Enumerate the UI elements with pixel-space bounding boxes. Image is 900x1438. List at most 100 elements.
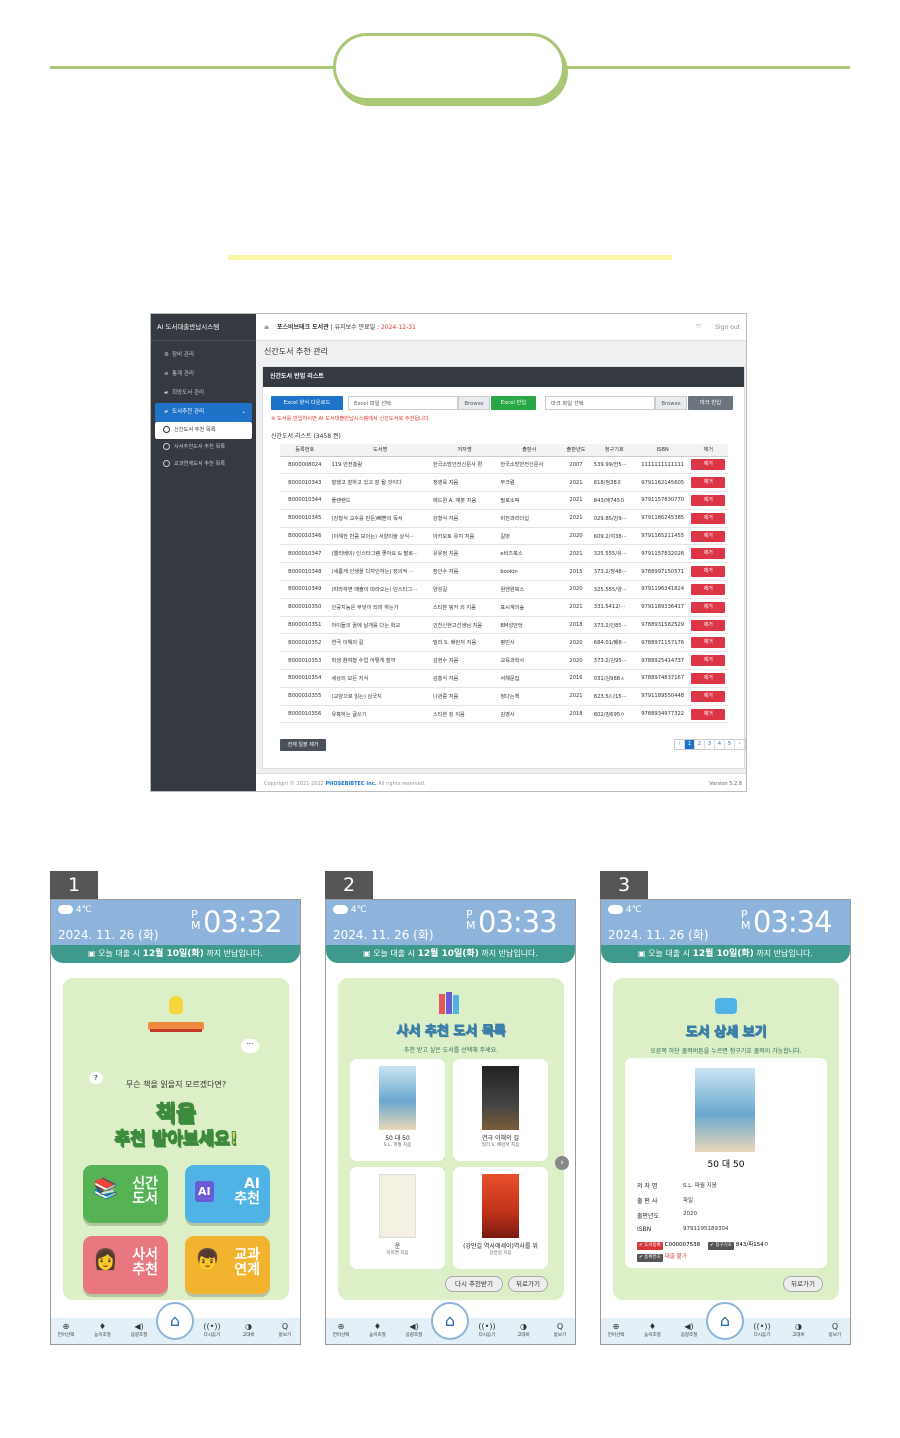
book-card-4[interactable]: (강만길 역사에세이)역사를 위 강만길 지음 — [453, 1167, 548, 1269]
delete-row-button[interactable]: 제거 — [691, 690, 726, 702]
nav-contrast[interactable]: ◑ 고대비 — [236, 1318, 262, 1344]
marc-file-input[interactable]: 마크 파일 선택 — [545, 396, 655, 410]
table-cell: B000010352 — [280, 633, 330, 653]
book-card-1[interactable]: 50 대 50 S.L. 파월 지음 — [350, 1059, 445, 1161]
table-cell: 9788974837167 — [636, 669, 689, 688]
nav-height[interactable]: ♦ 높이조절 — [365, 1318, 391, 1344]
new-books-button[interactable]: 📚 신간 도서 — [83, 1165, 168, 1223]
delete-row-button[interactable]: 제거 — [691, 477, 726, 489]
back-button[interactable]: 뒤로가기 — [508, 1276, 548, 1292]
excel-browse-button[interactable]: Browse — [458, 396, 490, 410]
excel-import-button[interactable]: Excel 반입 — [491, 396, 536, 410]
nav-replay[interactable]: ((•)) 다시듣기 — [474, 1318, 500, 1344]
signout-link[interactable]: Sign out — [715, 324, 740, 331]
delete-row-button[interactable]: 제거 — [691, 583, 726, 595]
header-title-pill — [333, 33, 565, 101]
isbn-value: 9791195189304 — [683, 1226, 729, 1232]
delete-all-button[interactable]: 전체 일괄 제거 — [280, 739, 326, 751]
nav-magnifier[interactable]: Q 돋보기 — [822, 1318, 848, 1344]
excel-file-input[interactable]: Excel 파일 선택 — [348, 396, 458, 410]
nav-replay[interactable]: ((•)) 다시듣기 — [199, 1318, 225, 1344]
sidebar-item-wish-books[interactable]: ▰ 희망도서 관리 — [151, 384, 256, 403]
nav-magnifier[interactable]: Q 돋보기 — [272, 1318, 298, 1344]
marc-browse-button[interactable]: Browse — [655, 396, 687, 410]
detail-subtitle: 오른쪽 하단 출력버튼을 누르면 청구기호 출력이 가능합니다. — [650, 1048, 802, 1055]
delete-row-button[interactable]: 제거 — [691, 655, 726, 667]
sidebar-sub-curriculum[interactable]: 교과연계도서 추천 목록 — [151, 456, 256, 473]
height-icon: ♦ — [98, 1322, 107, 1331]
page-link[interactable]: 3 — [705, 740, 715, 749]
delete-row-button[interactable]: 제거 — [691, 548, 726, 560]
excel-download-button[interactable]: Excel 양식 다운로드 — [271, 396, 343, 410]
nav-volume[interactable]: ◀) 음량조절 — [401, 1318, 427, 1344]
table-cell: 1111111111111 — [636, 456, 689, 475]
table-cell: B000010354 — [280, 669, 330, 688]
table-cell: e비즈북스 — [498, 544, 561, 564]
delete-row-button[interactable]: 제거 — [691, 512, 726, 524]
sidebar-item-statistics[interactable]: ≌ 통계 관리 — [151, 365, 256, 384]
nav-contrast[interactable]: ◑ 고대비 — [786, 1318, 812, 1344]
delete-row-button[interactable]: 제거 — [691, 601, 726, 613]
home-button[interactable]: ⌂ — [156, 1302, 194, 1340]
ai-recommend-button[interactable]: AI AI 추천 — [185, 1165, 270, 1223]
sidebar-sub-new-books[interactable]: 신간도서 추천 목록 — [155, 422, 252, 439]
table-cell: bookin — [498, 562, 561, 582]
marc-import-button[interactable]: 마크 반입 — [688, 396, 733, 410]
contrast-icon: ◑ — [245, 1322, 252, 1331]
table-cell: 김흥식 지음 — [430, 669, 499, 688]
nav-replay[interactable]: ((•)) 다시듣기 — [749, 1318, 775, 1344]
table-cell: 에드윈 A. 애봇 지음 — [430, 491, 499, 510]
table-cell: 325.555/유··· — [591, 544, 637, 564]
page-link[interactable]: 1 — [685, 740, 695, 749]
nav-contrast[interactable]: ◑ 고대비 — [511, 1318, 537, 1344]
nav-language[interactable]: ⊕ 언어선택 — [328, 1318, 354, 1344]
page-link[interactable]: 4 — [715, 740, 725, 749]
page-link[interactable]: 2 — [695, 740, 705, 749]
table-cell: (엘리베이) 인스타그램 좋아요 & 팔로··· — [329, 544, 431, 564]
pagination: ‹ 1 2 3 4 5 › — [674, 739, 746, 750]
student-icon: 👦 — [195, 1247, 220, 1271]
nav-magnifier[interactable]: Q 돋보기 — [547, 1318, 573, 1344]
delete-row-button[interactable]: 제거 — [691, 566, 726, 578]
nav-volume[interactable]: ◀) 음량조절 — [126, 1318, 152, 1344]
delete-row-button[interactable]: 제거 — [691, 530, 726, 542]
page-link[interactable]: ‹ — [675, 740, 685, 749]
delete-row-button[interactable]: 제거 — [691, 494, 726, 506]
book-card-2[interactable]: 연극 이해의 길 밀리 S. 배런저 지음 — [453, 1059, 548, 1161]
sidebar-sub-librarian[interactable]: 사서추천도서 추천 목록 — [151, 439, 256, 456]
home-button[interactable]: ⌂ — [706, 1302, 744, 1340]
hamburger-icon[interactable]: ≡ — [264, 324, 269, 331]
expand-icon[interactable]: ⤧ — [696, 324, 701, 331]
sidebar-item-recommend[interactable]: ▰ 도서추천 관리 ⌄ — [155, 403, 252, 422]
nav-height[interactable]: ♦ 높이조절 — [90, 1318, 116, 1344]
delete-row-button[interactable]: 제거 — [691, 637, 726, 649]
page-title: 신간도서 추천 관리 — [264, 347, 328, 356]
sidebar-item-equipment[interactable]: ⚙ 장비 관리 — [151, 346, 256, 365]
step-badge-2: 2 — [325, 871, 373, 899]
book-card-3[interactable]: 운 이지연 지음 — [350, 1167, 445, 1269]
page-link[interactable]: › — [735, 740, 745, 749]
kiosk-date: 2024. 11. 26 (화) — [333, 928, 434, 942]
book-icon: ▰ — [164, 390, 169, 396]
back-button[interactable]: 뒤로가기 — [783, 1276, 823, 1292]
nav-height[interactable]: ♦ 높이조절 — [640, 1318, 666, 1344]
table-cell: (새롭게 인생을 디자인하는) 장의적 ··· — [329, 562, 431, 582]
delete-row-button[interactable]: 제거 — [691, 619, 726, 631]
table-row: B000010343 잘했고 잘하고 있고 잘 될 것이다 정영욱 지음 부크럼 202… — [280, 473, 728, 493]
next-arrow-button[interactable]: › — [555, 1156, 569, 1170]
nav-volume[interactable]: ◀) 음량조절 — [676, 1318, 702, 1344]
recommend-again-button[interactable]: 다시 추천받기 — [445, 1276, 503, 1292]
nav-language[interactable]: ⊕ 언어선택 — [53, 1318, 79, 1344]
nav-language[interactable]: ⊕ 언어선택 — [603, 1318, 629, 1344]
delete-row-button[interactable]: 제거 — [691, 672, 726, 684]
curriculum-button[interactable]: 👦 교과 연계 — [185, 1236, 270, 1294]
detail-panel: 도서 상세 보기 오른쪽 하단 출력버튼을 누르면 청구기호 출력이 가능합니다… — [613, 978, 839, 1300]
page-link[interactable]: 5 — [725, 740, 735, 749]
home-button[interactable]: ⌂ — [431, 1302, 469, 1340]
table-row: B000010356 유혹하는 글쓰기 스티븐 킹 지음 김영사 2018 802/킹69… — [280, 705, 728, 724]
chevron-down-icon: ⌄ — [241, 409, 246, 415]
delete-row-button[interactable]: 제거 — [691, 459, 726, 471]
librarian-recommend-button[interactable]: 👩 사서 추천 — [83, 1236, 168, 1294]
lightbulb-book-icon — [146, 996, 206, 1038]
delete-row-button[interactable]: 제거 — [691, 708, 726, 720]
